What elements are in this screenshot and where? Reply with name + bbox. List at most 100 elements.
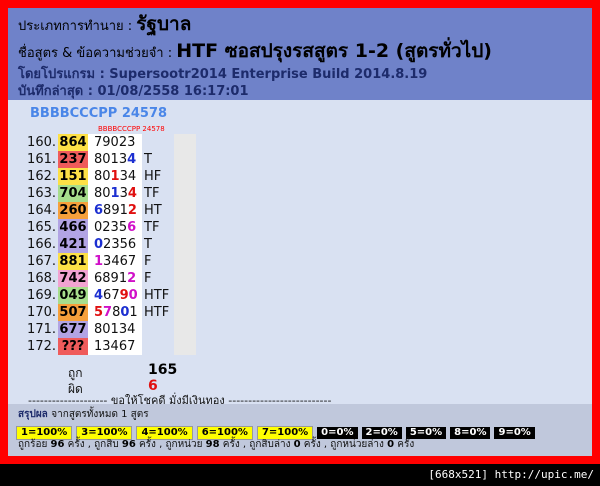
row-result: 677 [58, 321, 88, 338]
digit-segment: 0 [94, 237, 104, 252]
digit-segment: 1 [110, 186, 120, 201]
footer-unit: ครั้ง , [300, 439, 331, 450]
row-result: 742 [58, 270, 88, 287]
watermark-text: [668x521] http://upic.me/ [428, 468, 594, 481]
digit-segment: 6 [127, 220, 137, 235]
row-digits: 13467 [88, 253, 142, 270]
row-number: 163. [27, 186, 56, 201]
row-digits: 80134 [88, 185, 142, 202]
footer-label: ถูกหน่วยล่าง [330, 439, 388, 450]
digit-segment: 80134 [94, 322, 136, 337]
footer-unit: ครั้ง , [135, 439, 166, 450]
row-tag: HT [144, 203, 162, 218]
row-result: 507 [58, 304, 88, 321]
row-digits: 68912 [88, 270, 142, 287]
row-number: 164. [27, 203, 56, 218]
table-row: 166. 421 02356 T [22, 236, 196, 253]
row-tag: TF [144, 220, 160, 235]
row-tag [142, 321, 174, 338]
row-tag: HTF [144, 288, 170, 303]
digit-segment: 7 [103, 305, 113, 320]
row-digits: 46790 [88, 287, 142, 304]
row-tag: HTF [144, 305, 170, 320]
row-spacer [174, 270, 196, 287]
footer-count: 98 [205, 439, 220, 450]
digit-segment: 1 [129, 305, 138, 320]
pattern-title: BBBBCCCPP 24578 [30, 106, 168, 121]
row-number: 160. [27, 135, 56, 150]
footer-label: ถูกสิบ [94, 439, 122, 450]
row-tag: TF [144, 186, 160, 201]
row-spacer [174, 321, 196, 338]
table-row: 164. 260 68912 HT [22, 202, 196, 219]
footer-count: 96 [50, 439, 65, 450]
row-result: 260 [58, 202, 88, 219]
row-spacer [174, 185, 196, 202]
row-digits: 02356 [88, 236, 142, 253]
results-table: 160. 864 79023 161. 237 80134 T 162. 151 80134 HF 1… [22, 134, 196, 355]
row-result: 864 [58, 134, 88, 151]
table-row: 172.??? 13467 [22, 338, 196, 355]
content-panel: ประเภทการทำนาย : รัฐบาล ชื่อสูตร & ข้อคว… [8, 8, 592, 456]
table-row: 165. 466 02356 TF [22, 219, 196, 236]
row-spacer [174, 338, 196, 355]
digit-segment: 34 [119, 169, 137, 184]
row-spacer [174, 253, 196, 270]
summary-panel: สรุปผล จากสูตรทั้งหมด 1 สูตร 1=100% 3=100… [8, 404, 592, 456]
table-row: 167. 881 13467 F [22, 253, 196, 270]
digit-segment: 5 [94, 305, 104, 320]
row-tag: F [144, 254, 152, 269]
row-number: 172. [27, 339, 56, 354]
row-result: 466 [58, 219, 88, 236]
digit-segment: 891 [103, 203, 128, 218]
last-saved-line: บันทึกล่าสุด : 01/08/2558 16:17:01 [18, 84, 249, 99]
row-spacer [174, 168, 196, 185]
row-digits: 80134 [88, 321, 142, 338]
digit-segment: 8013 [94, 152, 128, 167]
digit-segment: 4 [94, 288, 104, 303]
row-result: ??? [58, 338, 88, 355]
footer-unit: ครั้ง , [219, 439, 250, 450]
row-result: 421 [58, 236, 88, 253]
row-tag [142, 134, 174, 151]
footer-label: ถูกหน่วย [165, 439, 206, 450]
row-number: 165. [27, 220, 56, 235]
row-tag: F [144, 271, 152, 286]
footer-unit: ครั้ง , [64, 439, 95, 450]
table-row: 171. 677 80134 [22, 321, 196, 338]
digit-segment: 2 [127, 203, 137, 218]
digit-segment: 2356 [103, 237, 137, 252]
digit-segment: 4 [127, 152, 137, 167]
table-row: 168. 742 68912 F [22, 270, 196, 287]
row-result: 704 [58, 185, 88, 202]
row-tag: T [144, 237, 152, 252]
formula-value: HTF ซอสปรุงรสสูตร 1-2 (สูตรทั่วไป) [176, 40, 492, 62]
row-result: 237 [58, 151, 88, 168]
digit-badge-miss: 9=0% [494, 427, 535, 439]
footer-count: 96 [121, 439, 136, 450]
digit-segment: 6 [94, 203, 104, 218]
table-row: 163. 704 80134 TF [22, 185, 196, 202]
digit-segment: 4 [127, 186, 137, 201]
summary-footer: ถูกร้อย 96 ครั้ง , ถูกสิบ 96 ครั้ง , ถูก… [18, 437, 414, 452]
pattern-small-label: BBBBCCCPP 24578 [98, 125, 165, 133]
row-spacer [174, 151, 196, 168]
row-number: 167. [27, 254, 56, 269]
formula-line: ชื่อสูตร & ข้อความช่วยจำ : HTF ซอสปรุงรส… [18, 39, 582, 66]
row-number: 166. [27, 237, 56, 252]
prediction-type-line: ประเภทการทำนาย : รัฐบาล [18, 12, 582, 39]
row-tag: HF [144, 169, 162, 184]
table-row: 161. 237 80134 T [22, 151, 196, 168]
row-digits: 68912 [88, 202, 142, 219]
footer-label: ถูกสิบล่าง [249, 439, 294, 450]
window-frame: ประเภทการทำนาย : รัฐบาล ชื่อสูตร & ข้อคว… [0, 0, 600, 464]
digit-segment: 13467 [94, 339, 136, 354]
row-spacer [174, 134, 196, 151]
table-row: 160. 864 79023 [22, 134, 196, 151]
digit-segment: 6891 [94, 271, 128, 286]
prediction-type-value: รัฐบาล [136, 13, 192, 35]
row-digits: 13467 [88, 338, 142, 355]
summary-title-text: สรุปผล [18, 409, 48, 420]
row-digits: 79023 [88, 134, 142, 151]
program-line: โดยโปรแกรม : Supersootr2014 Enterprise B… [18, 67, 428, 82]
